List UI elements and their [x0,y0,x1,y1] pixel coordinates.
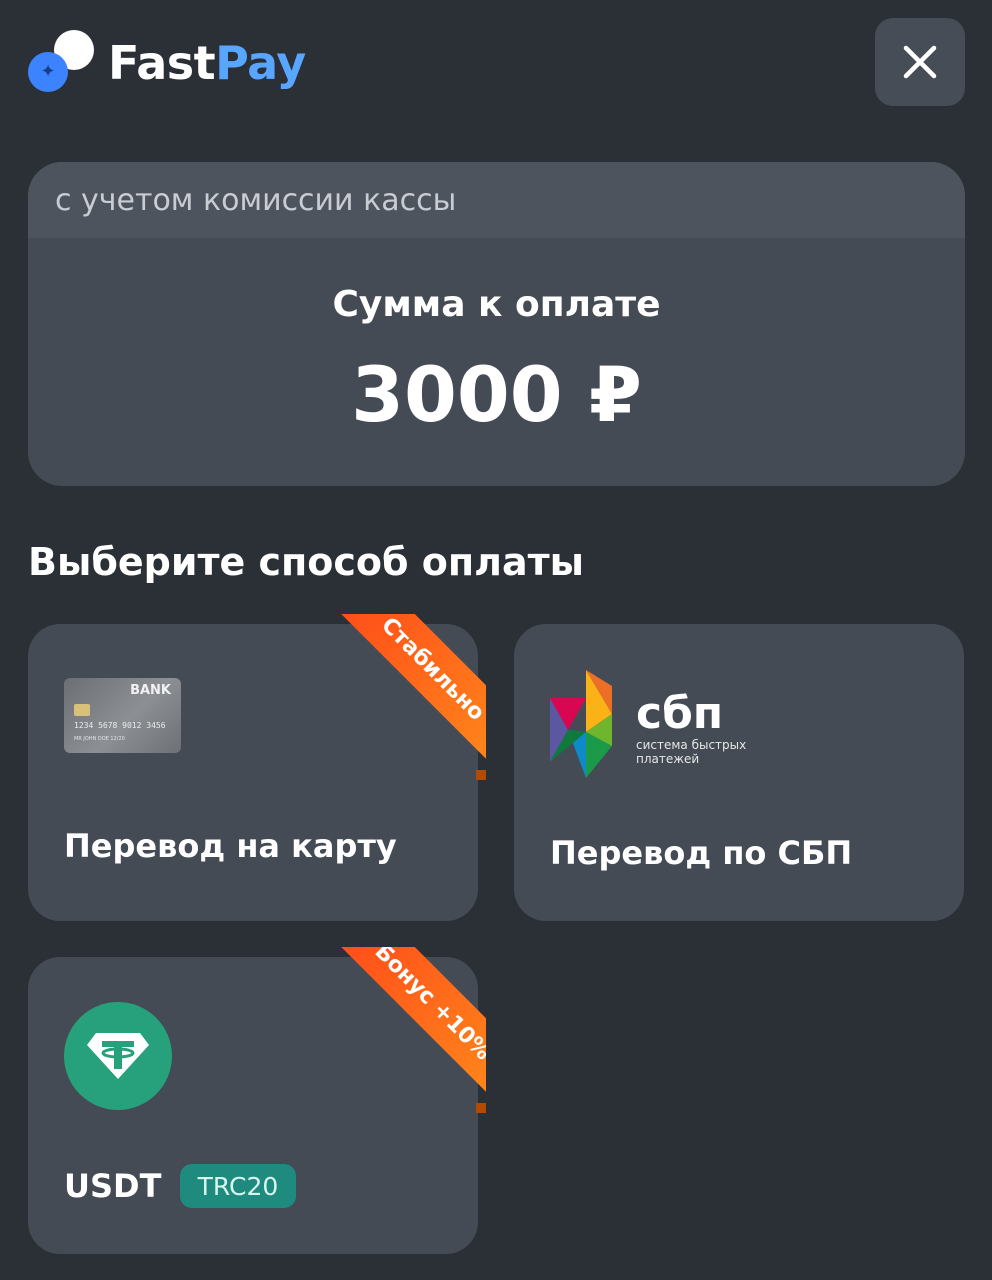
bank-card-number: 1234 5678 9012 3456 [74,721,166,730]
ribbon-stable: Стабильно [329,614,486,773]
method-label: Перевод на карту [64,827,397,865]
ribbon: Бонус +10% [320,947,486,1113]
bank-card-icon: BANK 1234 5678 9012 3456 MR JOHN DOE 12/… [64,678,181,753]
method-label: USDT [64,1167,162,1205]
close-icon [903,45,937,79]
bank-card-bank-name: BANK [130,683,171,698]
amount-value: 3000 ₽ [351,350,642,439]
sbp-caption-line2: платежей [636,752,700,766]
chip-icon [74,704,90,716]
amount-label: Сумма к оплате [332,284,661,325]
commission-note: с учетом комиссии кассы [28,162,965,238]
sbp-logo-icon: сбп система быстрых платежей [550,670,750,780]
close-button[interactable] [875,18,965,106]
network-badge: TRC20 [180,1164,296,1208]
sbp-mark-icon [550,670,612,778]
brand-name-fast: Fast [108,36,216,90]
logo-mark-icon: ✦ [28,28,98,98]
method-sbp[interactable]: сбп система быстрых платежей Перевод по … [514,624,964,921]
amount-card: с учетом комиссии кассы Сумма к оплате 3… [28,162,965,486]
ribbon: Стабильно [320,614,486,780]
brand-name-pay: Pay [215,36,306,90]
brand-name: FastPay [108,36,306,90]
ribbon-bonus: Бонус +10% [329,947,486,1106]
sbp-caption-line1: система быстрых [636,738,747,752]
method-card-transfer[interactable]: BANK 1234 5678 9012 3456 MR JOHN DOE 12/… [28,614,486,921]
section-title: Выберите способ оплаты [28,540,584,584]
method-usdt[interactable]: USDT TRC20 Бонус +10% [28,947,486,1254]
tether-icon [64,1002,172,1110]
brand-logo: ✦ FastPay [28,28,306,98]
method-label: Перевод по СБП [550,834,853,872]
bank-card-holder: MR JOHN DOE 12/20 [74,736,125,742]
sbp-logo-text: сбп [636,688,724,739]
